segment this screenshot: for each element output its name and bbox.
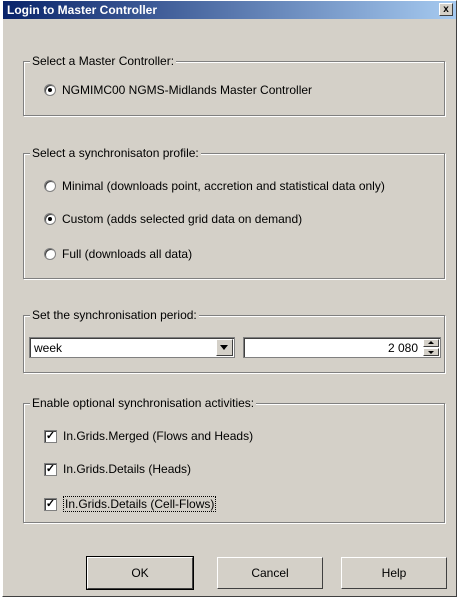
login-dialog: Login to Master Controller x Select a Ma… [2, 0, 457, 597]
activity-heads-checkbox[interactable]: ✓ [44, 462, 57, 476]
close-button[interactable]: x [439, 3, 453, 16]
window-title: Login to Master Controller [7, 3, 157, 17]
activity-heads[interactable]: ✓ In.Grids.Details (Heads) [44, 461, 191, 477]
ok-button[interactable]: OK [86, 556, 194, 590]
sync-activities-legend: Enable optional synchronisation activiti… [30, 396, 257, 410]
close-icon: x [443, 4, 449, 15]
period-unit-value: week [34, 341, 63, 355]
master-controller-legend: Select a Master Controller: [30, 54, 177, 68]
activity-cellflows-checkbox[interactable]: ✓ [44, 497, 57, 511]
activity-merged[interactable]: ✓ In.Grids.Merged (Flows and Heads) [44, 428, 253, 444]
period-count-spinner[interactable]: 2 080 [243, 337, 441, 358]
sync-activities-group: Enable optional synchronisation activiti… [23, 396, 445, 523]
activity-merged-label: In.Grids.Merged (Flows and Heads) [63, 429, 254, 443]
profile-custom-label: Custom (adds selected grid data on deman… [62, 212, 303, 226]
profile-minimal-radio[interactable] [44, 180, 56, 192]
activity-cellflows[interactable]: ✓ In.Grids.Details (Cell-Flows) [44, 496, 217, 512]
cancel-button[interactable]: Cancel [217, 557, 323, 589]
profile-full-label: Full (downloads all data) [62, 247, 193, 261]
master-controller-option[interactable]: NGMIMC00 NGMS-Midlands Master Controller [44, 82, 312, 98]
spin-down-icon[interactable] [423, 348, 439, 356]
sync-profile-group: Select a synchronisaton profile: Minimal… [23, 146, 445, 279]
profile-full-radio[interactable] [44, 248, 56, 260]
spin-up-icon[interactable] [423, 339, 439, 347]
master-controller-label: NGMIMC00 NGMS-Midlands Master Controller [62, 83, 313, 97]
profile-option-minimal[interactable]: Minimal (downloads point, accretion and … [44, 178, 385, 194]
sync-period-legend: Set the synchronisation period: [30, 308, 199, 322]
profile-option-custom[interactable]: Custom (adds selected grid data on deman… [44, 211, 302, 227]
profile-custom-radio[interactable] [44, 213, 56, 225]
chevron-down-icon[interactable] [216, 339, 233, 356]
activity-merged-checkbox[interactable]: ✓ [44, 429, 57, 443]
period-count-value: 2 080 [387, 341, 418, 355]
sync-profile-legend: Select a synchronisaton profile: [30, 146, 201, 160]
help-button[interactable]: Help [341, 557, 447, 589]
profile-option-full[interactable]: Full (downloads all data) [44, 246, 192, 262]
profile-minimal-label: Minimal (downloads point, accretion and … [62, 179, 385, 193]
activity-cellflows-label: In.Grids.Details (Cell-Flows) [63, 496, 217, 512]
activity-heads-label: In.Grids.Details (Heads) [63, 462, 192, 476]
spinner-buttons [423, 339, 439, 356]
period-unit-select[interactable]: week [29, 337, 235, 358]
title-bar[interactable]: Login to Master Controller x [3, 1, 456, 19]
master-controller-group: Select a Master Controller: NGMIMC00 NGM… [23, 54, 445, 116]
master-controller-radio[interactable] [44, 84, 56, 96]
